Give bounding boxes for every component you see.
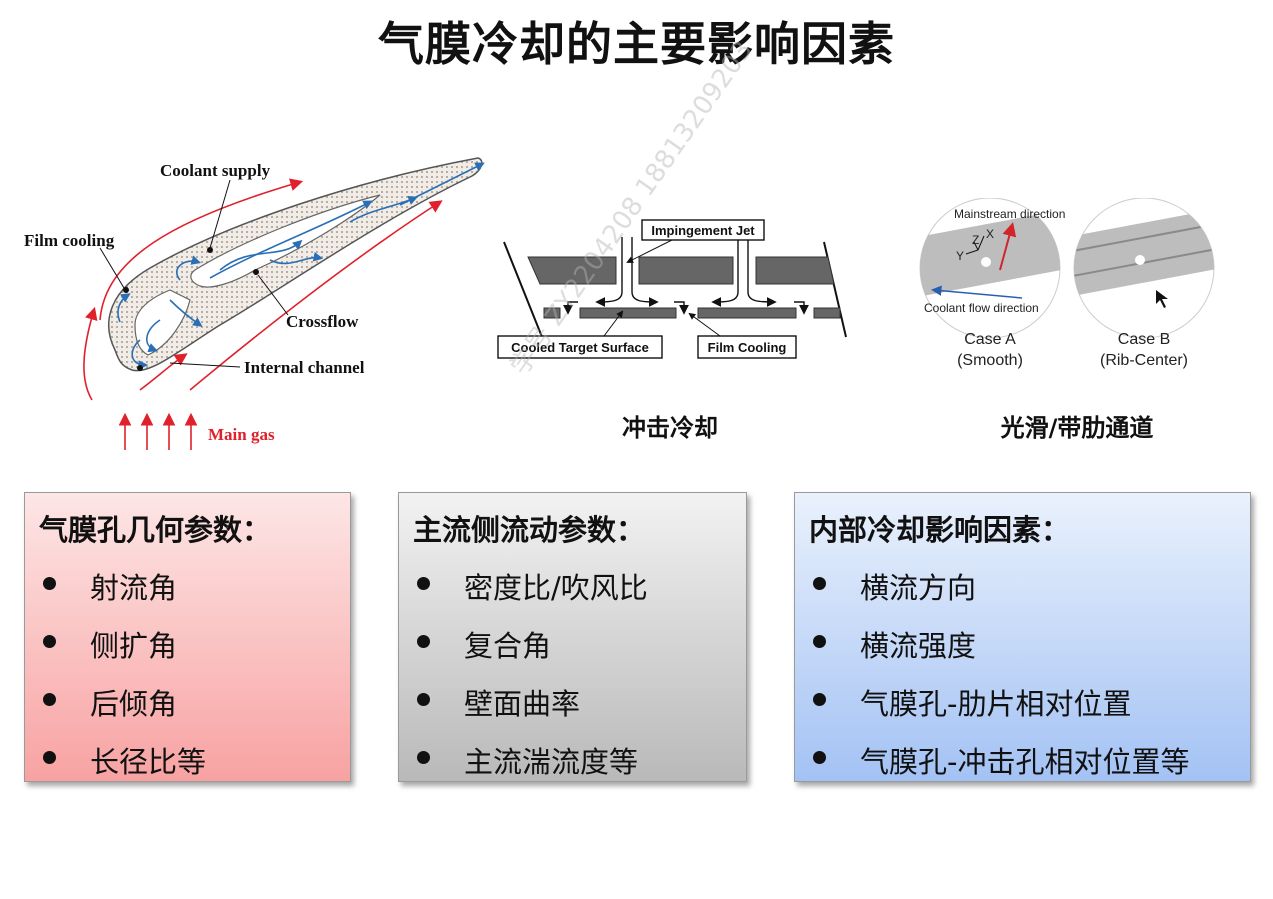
- list-item-text: 壁面曲率: [464, 687, 581, 721]
- target-surface: [813, 307, 841, 319]
- axis-z-label: Z: [972, 233, 979, 247]
- mainstream-params-box: 主流侧流动参数： 密度比/吹风比 复合角 壁面曲率 主流湍流度等: [398, 492, 747, 782]
- list-item-text: 后倾角: [90, 687, 178, 721]
- channel-figure: Mainstream direction Coolant flow direct…: [919, 198, 1215, 369]
- impingement-plate: [755, 256, 835, 285]
- case-a-label: Case A: [964, 331, 1016, 348]
- list-item-text: 横流方向: [860, 571, 977, 605]
- impingement-plate: [638, 256, 734, 285]
- bullet-icon: [417, 635, 430, 648]
- bullet-icon: [417, 693, 430, 706]
- list-item: 长径比等: [39, 739, 206, 797]
- bullet-icon: [813, 635, 826, 648]
- film-cooling-box-label: Film Cooling: [708, 340, 787, 355]
- axis-y-label: Y: [956, 249, 964, 263]
- geometry-params-box: 气膜孔几何参数： 射流角 侧扩角 后倾角 长径比等: [24, 492, 351, 782]
- impingement-jet-label: Impingement Jet: [651, 223, 755, 238]
- case-b-sub-label: (Rib-Center): [1100, 352, 1188, 369]
- bullet-list: 射流角 侧扩角 后倾角 长径比等: [39, 565, 206, 797]
- list-item-text: 气膜孔-肋片相对位置: [860, 687, 1132, 721]
- list-item: 射流角: [39, 565, 206, 623]
- coolant-supply-label: Coolant supply: [160, 161, 271, 180]
- list-item: 横流强度: [809, 623, 1189, 681]
- target-surface: [697, 307, 797, 319]
- bullet-icon: [43, 751, 56, 764]
- crossflow-label: Crossflow: [286, 312, 359, 331]
- list-item-text: 射流角: [90, 571, 178, 605]
- list-item: 后倾角: [39, 681, 206, 739]
- box-heading: 气膜孔几何参数：: [39, 513, 272, 547]
- box-heading: 主流侧流动参数：: [413, 513, 646, 547]
- list-item-text: 气膜孔-冲击孔相对位置等: [860, 745, 1190, 779]
- bullet-icon: [417, 751, 430, 764]
- list-item: 气膜孔-冲击孔相对位置等: [809, 739, 1189, 797]
- target-surface: [579, 307, 677, 319]
- main-gas-label: Main gas: [208, 425, 275, 444]
- mainstream-direction-label: Mainstream direction: [954, 207, 1065, 221]
- list-item-text: 复合角: [464, 629, 552, 663]
- case-b-label: Case B: [1118, 331, 1170, 348]
- bullet-icon: [43, 577, 56, 590]
- list-item: 侧扩角: [39, 623, 206, 681]
- internal-cooling-box: 内部冷却影响因素： 横流方向 横流强度 气膜孔-肋片相对位置 气膜孔-冲击孔相对…: [794, 492, 1251, 782]
- bullet-icon: [813, 751, 826, 764]
- airfoil-figure: Coolant supply Film cooling Crossflow In…: [24, 157, 485, 450]
- list-item: 壁面曲率: [413, 681, 648, 739]
- bullet-icon: [813, 693, 826, 706]
- list-item-text: 侧扩角: [90, 629, 178, 663]
- list-item: 横流方向: [809, 565, 1189, 623]
- axis-x-label: X: [986, 227, 994, 241]
- impingement-caption: 冲击冷却: [622, 414, 718, 442]
- bullet-icon: [813, 577, 826, 590]
- page-title: 气膜冷却的主要影响因素: [378, 17, 895, 71]
- list-item-text: 主流湍流度等: [464, 745, 639, 779]
- list-item-text: 横流强度: [860, 629, 977, 663]
- list-item: 气膜孔-肋片相对位置: [809, 681, 1189, 739]
- box-heading: 内部冷却影响因素：: [809, 513, 1071, 547]
- list-item: 密度比/吹风比: [413, 565, 648, 623]
- list-item-text: 长径比等: [90, 745, 207, 779]
- film-cooling-label: Film cooling: [24, 231, 115, 250]
- channel-caption: 光滑/带肋通道: [1000, 414, 1154, 442]
- bullet-list: 横流方向 横流强度 气膜孔-肋片相对位置 气膜孔-冲击孔相对位置等: [809, 565, 1189, 797]
- list-item: 主流湍流度等: [413, 739, 648, 797]
- coolant-flow-direction-label: Coolant flow direction: [924, 301, 1039, 315]
- list-item-text: 密度比/吹风比: [464, 571, 648, 605]
- internal-channel-label: Internal channel: [244, 358, 365, 377]
- bullet-icon: [417, 577, 430, 590]
- bullet-icon: [43, 635, 56, 648]
- case-a-sub-label: (Smooth): [957, 352, 1023, 369]
- list-item: 复合角: [413, 623, 648, 681]
- bullet-icon: [43, 693, 56, 706]
- bullet-list: 密度比/吹风比 复合角 壁面曲率 主流湍流度等: [413, 565, 648, 797]
